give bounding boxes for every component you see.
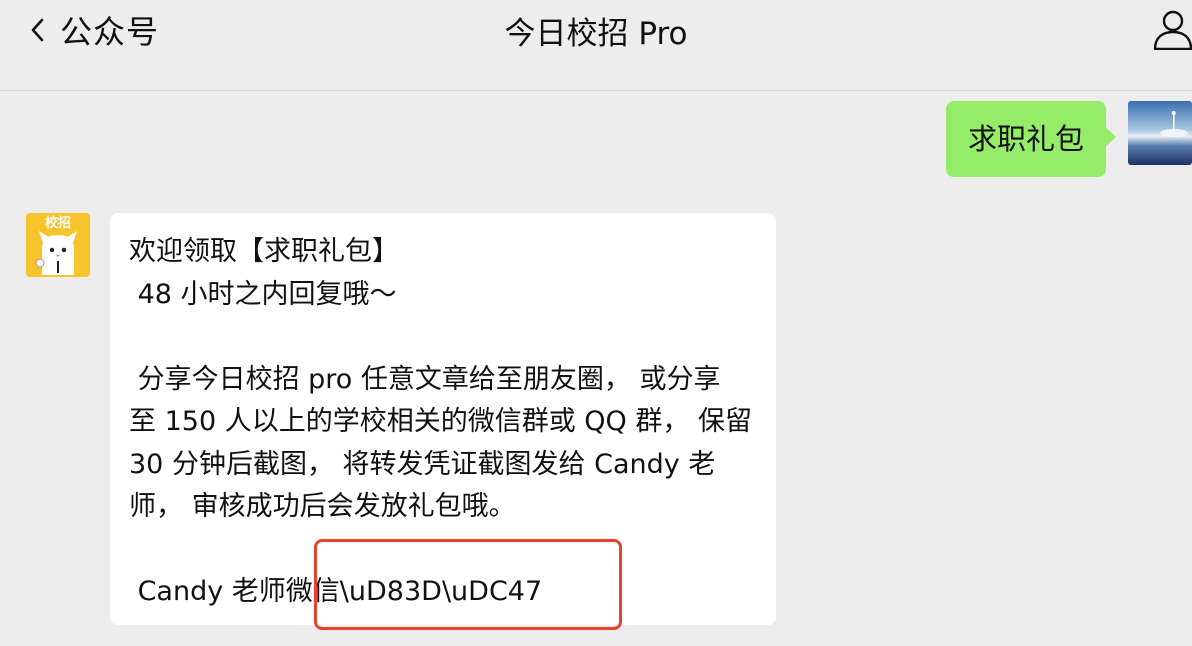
page-title: 今日校招 Pro — [504, 16, 688, 52]
message-line: 30 分钟后截图， 将转发凭证截图发给 Candy 老 — [129, 448, 716, 480]
top-nav-bar: 公众号 今日校招 Pro — [0, 0, 1192, 91]
landscape-image — [1128, 101, 1192, 165]
chat-screen: 公众号 今日校招 Pro 求职礼包 校招 欢迎领取【求职礼包】 48 小时之内回… — [0, 0, 1192, 646]
message-line: 师， 审核成功后会发放礼包哦。 — [129, 491, 516, 522]
message-line: 至 150 人以上的学校相关的微信群或 QQ 群， 保留 — [129, 406, 752, 437]
profile-button[interactable] — [1152, 8, 1192, 51]
outgoing-bubble[interactable]: 求职礼包 — [945, 101, 1117, 177]
outgoing-message: 求职礼包 — [945, 101, 1192, 177]
person-icon — [1153, 10, 1192, 51]
message-line: 欢迎领取【求职礼包】 — [129, 236, 399, 267]
bot-avatar[interactable]: 校招 — [26, 213, 90, 277]
cat-logo-icon: 校招 — [26, 213, 90, 277]
message-line: 分享今日校招 pro 任意文章给至朋友圈， 或分享 — [129, 363, 721, 395]
annotation-highlight-box — [314, 539, 622, 630]
message-line — [129, 316, 776, 359]
message-line: 48 小时之内回复哦～ — [129, 278, 397, 310]
user-avatar[interactable] — [1128, 101, 1192, 165]
outgoing-text: 求职礼包 — [967, 122, 1084, 156]
svg-text:校招: 校招 — [45, 215, 71, 231]
